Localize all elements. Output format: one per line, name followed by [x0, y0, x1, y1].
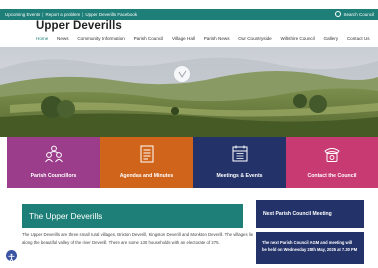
nav-item-parish-council[interactable]: Parish Council [134, 36, 164, 41]
tile-meetings-and-events[interactable]: Meetings & Events [193, 137, 286, 188]
next-meeting-text: The next Parish Council AGM and meeting … [262, 240, 358, 252]
site-title[interactable]: Upper Deverills [36, 20, 122, 32]
top-link-upcoming-events[interactable]: Upcoming Events [5, 12, 40, 17]
nav-item-our-countryside[interactable]: Our Countryside [238, 36, 271, 41]
hero-image [0, 47, 378, 137]
tile-label: Agendas and Minutes [119, 173, 174, 179]
section-heading: The Upper Deverills [29, 211, 103, 221]
tile-label: Meetings & Events [216, 173, 263, 179]
nav-item-home[interactable]: Home [36, 36, 48, 41]
top-link-report-problem[interactable]: Report a problem [45, 12, 80, 17]
tile-label: Contact the Council [307, 173, 357, 179]
nav-item-news[interactable]: News [57, 36, 69, 41]
top-bar: Upcoming Events | Report a problem | Upper D… [0, 9, 378, 20]
top-link-separator: | [42, 12, 44, 17]
nav-item-contact-us[interactable]: Contact Us [347, 36, 370, 41]
nav-item-community-information[interactable]: Community Information [77, 36, 125, 41]
telephone-icon [322, 144, 342, 169]
accessibility-button[interactable] [6, 250, 17, 262]
nav-item-wiltshire-council[interactable]: Wiltshire Council [281, 36, 315, 41]
countryside-landscape [0, 47, 378, 137]
tile-contact-the-council[interactable]: Contact the Council [286, 137, 378, 188]
people-icon [44, 144, 64, 169]
nav-item-parish-news[interactable]: Parish News [204, 36, 230, 41]
top-link-facebook[interactable]: Upper Deverills Facebook [85, 12, 137, 17]
tile-agendas-and-minutes[interactable]: Agendas and Minutes [100, 137, 193, 188]
next-meeting-heading: Next Parish Council Meeting [263, 211, 332, 217]
section-heading-box: The Upper Deverills [22, 204, 243, 228]
search-council-link[interactable]: Search Council [335, 9, 374, 20]
tile-label: Parish Councillors [30, 173, 77, 179]
main-nav: Home News Community Information Parish C… [36, 36, 377, 41]
search-icon [335, 11, 342, 18]
top-link-separator: | [82, 12, 84, 17]
search-label: Search Council [343, 12, 374, 17]
quick-links: Parish Councillors Agendas and Minutes M… [7, 137, 378, 188]
nav-item-gallery[interactable]: Gallery [324, 36, 339, 41]
tile-parish-councillors[interactable]: Parish Councillors [7, 137, 100, 188]
next-meeting-heading-box: Next Parish Council Meeting [256, 200, 364, 228]
next-meeting-panel: The next Parish Council AGM and meeting … [256, 232, 364, 264]
nav-item-village-hall[interactable]: Village Hall [172, 36, 195, 41]
accessibility-icon [8, 253, 15, 262]
intro-text: The Upper Deverills are three small rura… [22, 232, 254, 246]
calendar-icon [230, 144, 250, 169]
document-icon [137, 144, 157, 169]
